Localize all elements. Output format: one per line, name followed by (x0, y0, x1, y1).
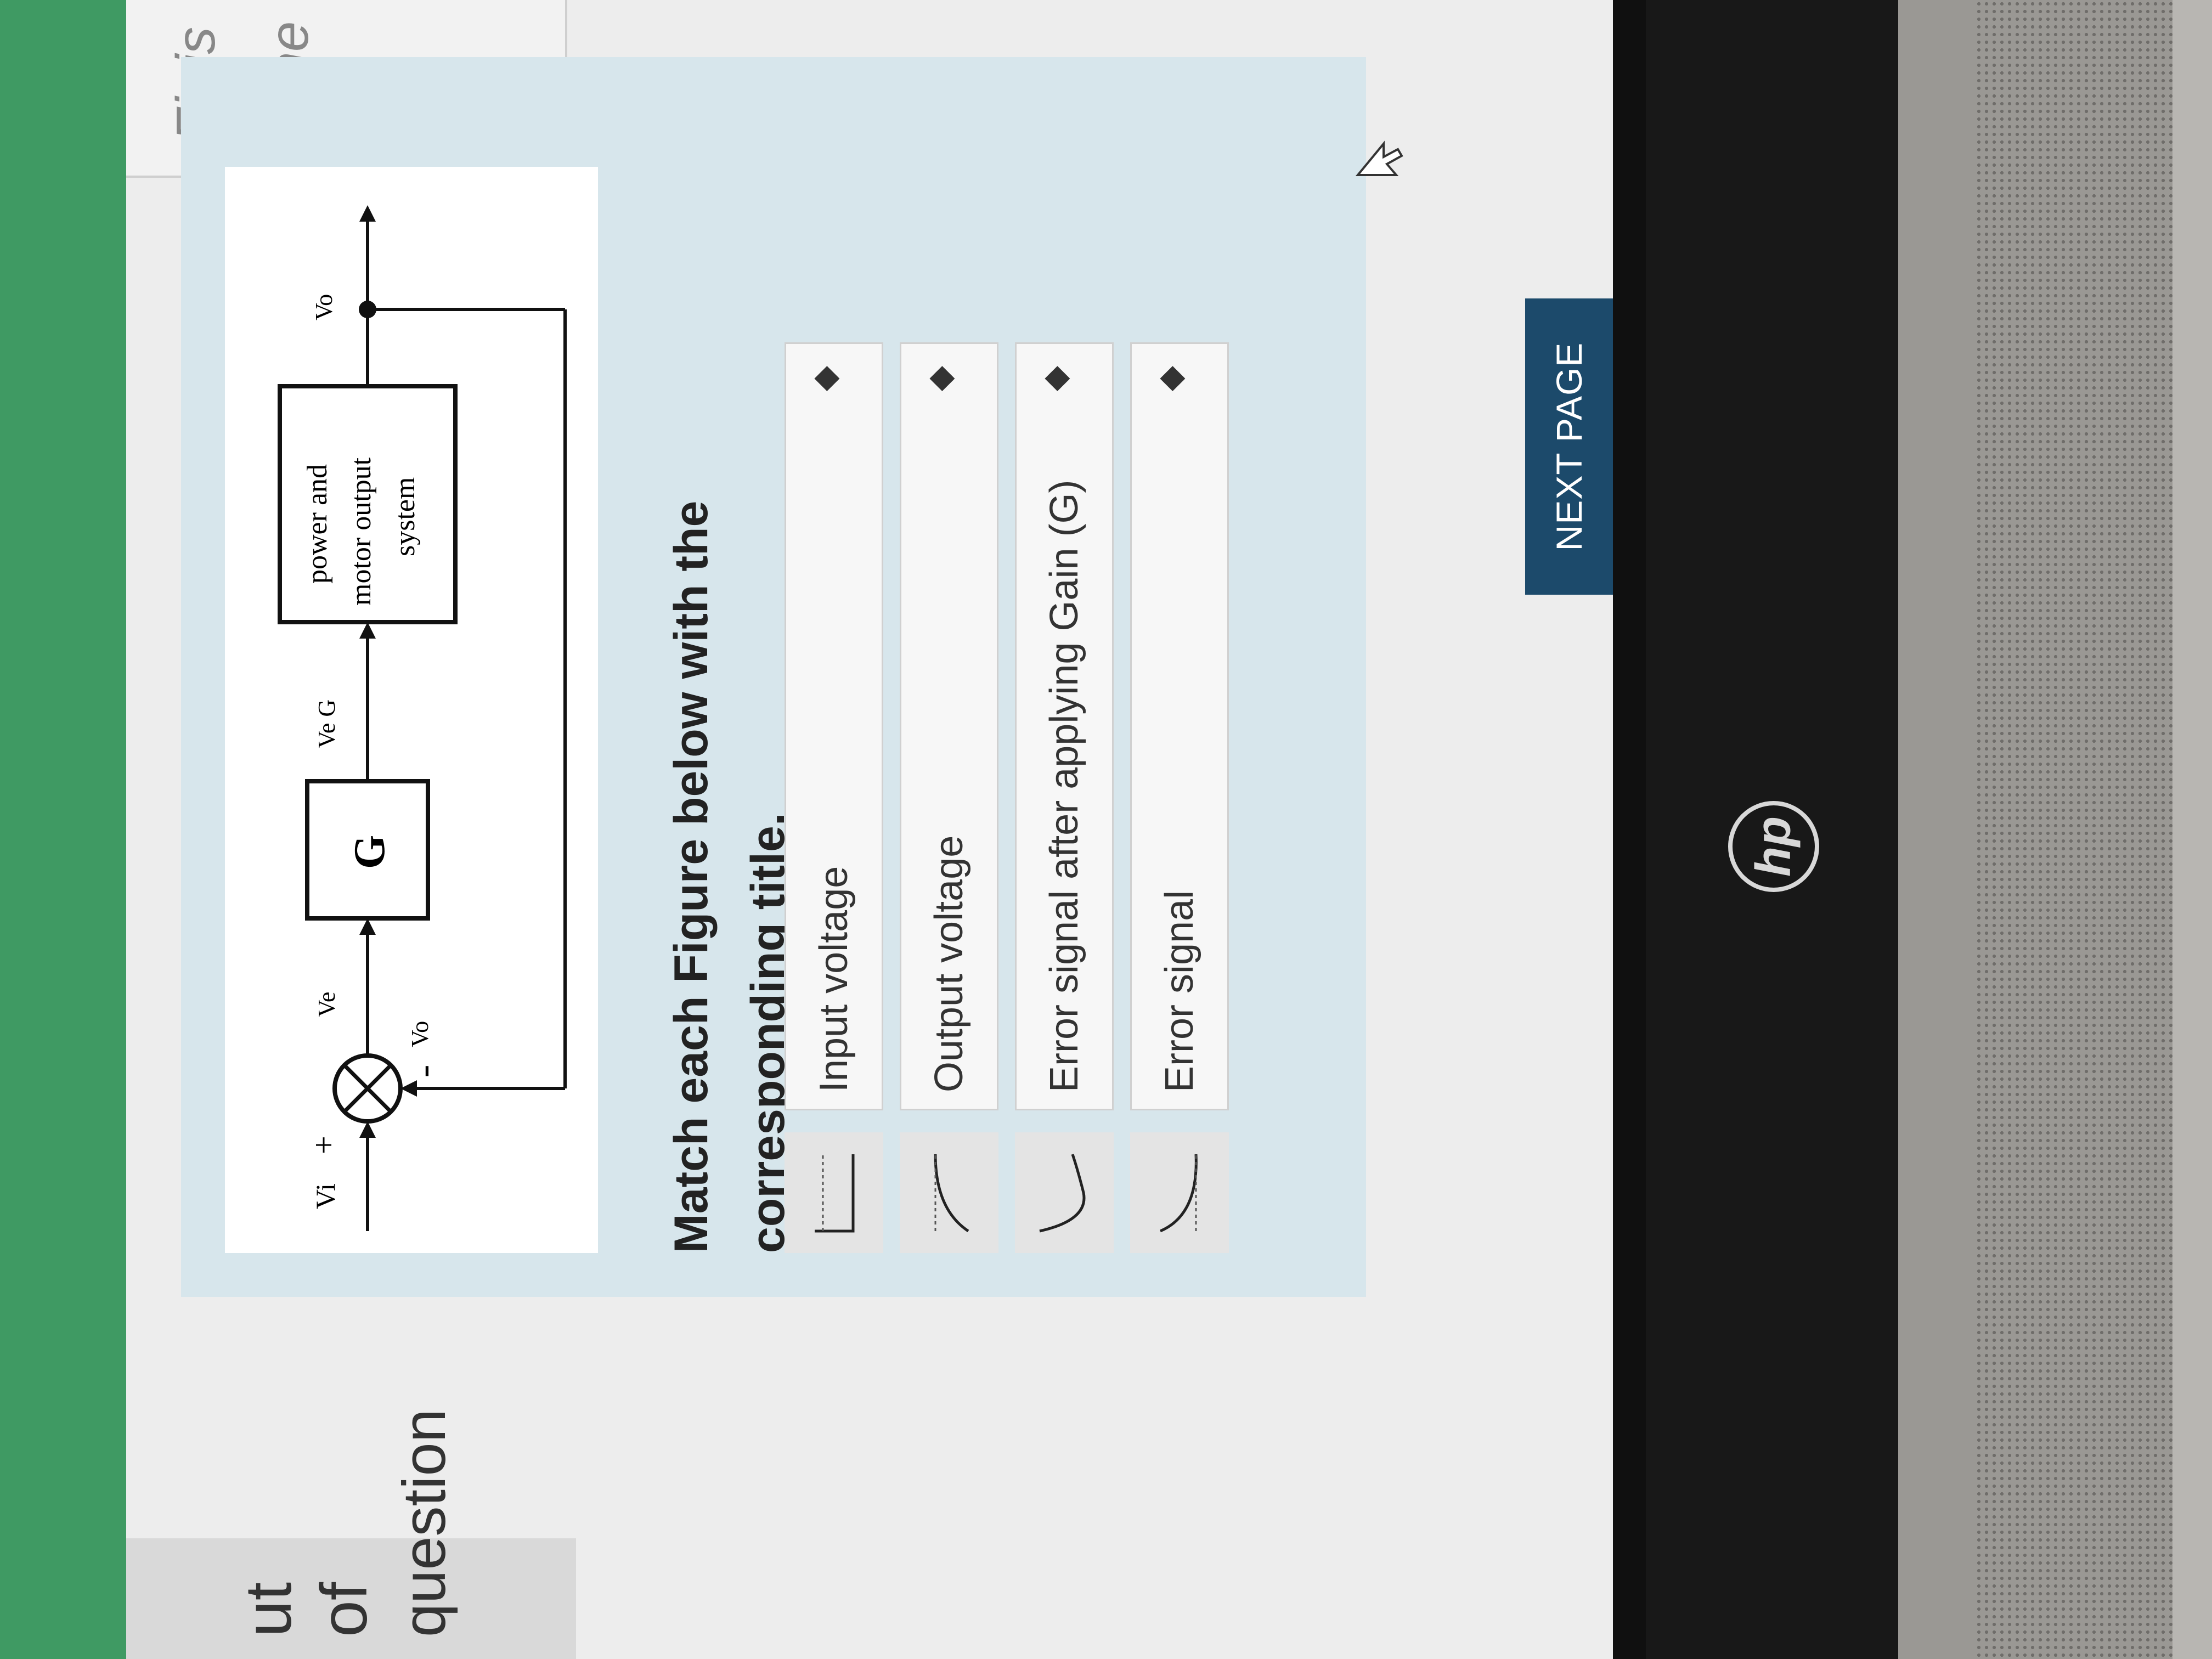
keyboard-edge (2172, 0, 2212, 1659)
select-arrow-icon: ◆ (1152, 366, 1188, 392)
question-card: Vi + - Vo Ve G Ve G power and motor outp… (181, 57, 1366, 1297)
match-select-output-voltage[interactable]: Output voltage ◆ (900, 342, 998, 1110)
gain-block-label: G (346, 835, 394, 869)
plus-sign: + (306, 1136, 342, 1154)
display: ut of question Finis Time Vi + - Vo (0, 0, 1646, 1659)
figure-thumb-decay (1130, 1132, 1229, 1253)
nav-question-text: question (391, 1409, 458, 1637)
header-strip (0, 0, 126, 1659)
select-arrow-icon: ◆ (921, 366, 958, 392)
figure-thumb-rise (900, 1132, 998, 1253)
select-label: Error signal (1158, 890, 1201, 1092)
vo-feedback-label: Vo (407, 1021, 433, 1047)
vo-output-label: Vo (311, 294, 337, 320)
next-page-button[interactable]: NEXT PAGE (1525, 298, 1613, 595)
figure-thumb-decay-gain (1015, 1132, 1114, 1253)
question-text: Match each Figure below with the corresp… (665, 500, 794, 1253)
select-label: Output voltage (927, 835, 971, 1092)
motor-block-line1: power and (302, 464, 333, 584)
motor-block-line2: motor output (346, 457, 377, 606)
block-diagram: Vi + - Vo Ve G Ve G power and motor outp… (225, 167, 598, 1253)
taskbar (1613, 0, 1646, 1659)
match-select-error-gain[interactable]: Error signal after applying Gain (G) ◆ (1015, 342, 1114, 1110)
hp-logo: hp (1728, 801, 1819, 892)
veg-label: Ve G (313, 699, 340, 748)
question-nav: ut of question (126, 1409, 576, 1659)
cursor-icon (1355, 140, 1403, 176)
motor-block-line3: system (390, 477, 421, 556)
figure-thumb-step (785, 1132, 883, 1253)
match-select-error-signal[interactable]: Error signal ◆ (1130, 342, 1229, 1110)
minus-sign: - (403, 1065, 445, 1077)
page-area: ut of question Finis Time Vi + - Vo (126, 0, 1613, 1659)
nav-out-of-text: ut of (232, 1582, 381, 1637)
speaker-grille (1975, 0, 2172, 1659)
select-label: Input voltage (812, 866, 856, 1092)
select-label: Error signal after applying Gain (G) (1042, 479, 1086, 1092)
vi-label: Vi (310, 1183, 341, 1209)
match-select-input-voltage[interactable]: Input voltage ◆ (785, 342, 883, 1110)
select-arrow-icon: ◆ (1036, 366, 1073, 392)
ve-label: Ve (313, 992, 340, 1017)
select-arrow-icon: ◆ (806, 366, 843, 392)
